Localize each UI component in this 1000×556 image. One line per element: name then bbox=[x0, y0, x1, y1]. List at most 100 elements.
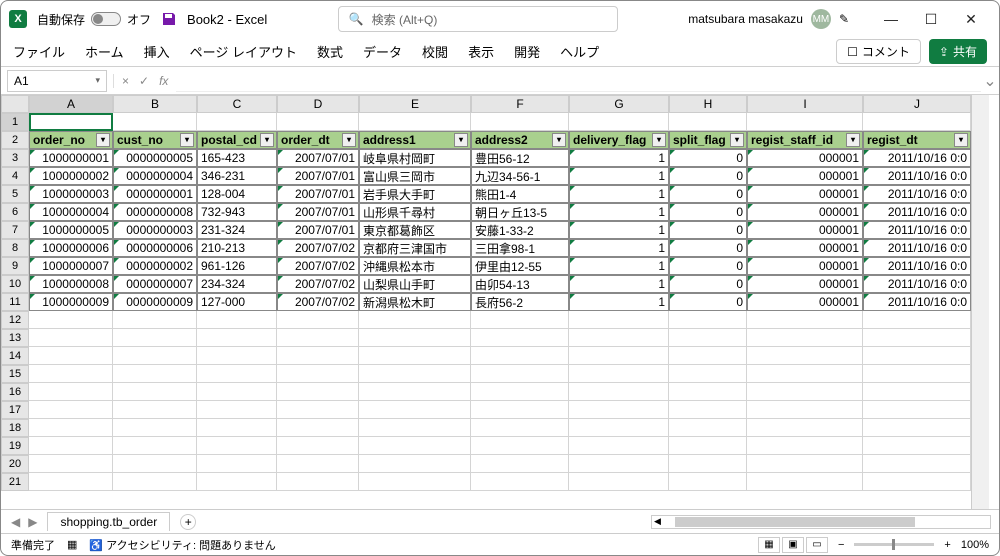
table-cell[interactable]: 000001 bbox=[747, 185, 863, 203]
table-cell[interactable]: 2007/07/01 bbox=[277, 149, 359, 167]
cell-H17[interactable] bbox=[669, 401, 747, 419]
table-cell[interactable]: 165-423 bbox=[197, 149, 277, 167]
table-cell[interactable]: 0000000009 bbox=[113, 293, 197, 311]
cell-A1[interactable] bbox=[29, 113, 113, 131]
row-header-11[interactable]: 11 bbox=[1, 293, 29, 311]
cell-J17[interactable] bbox=[863, 401, 971, 419]
table-cell[interactable]: 朝日ヶ丘13-5 bbox=[471, 203, 569, 221]
cell-C1[interactable] bbox=[197, 113, 277, 131]
table-cell[interactable]: 0 bbox=[669, 203, 747, 221]
cell-C17[interactable] bbox=[197, 401, 277, 419]
cell-J19[interactable] bbox=[863, 437, 971, 455]
table-cell[interactable]: 0 bbox=[669, 185, 747, 203]
row-header-14[interactable]: 14 bbox=[1, 347, 29, 365]
table-cell[interactable]: 由卯54-13 bbox=[471, 275, 569, 293]
cell-H13[interactable] bbox=[669, 329, 747, 347]
col-header-B[interactable]: B bbox=[113, 95, 197, 113]
cell-H1[interactable] bbox=[669, 113, 747, 131]
table-cell[interactable]: 1 bbox=[569, 167, 669, 185]
col-header-J[interactable]: J bbox=[863, 95, 971, 113]
cell-J16[interactable] bbox=[863, 383, 971, 401]
table-cell[interactable]: 京都府三津国市 bbox=[359, 239, 471, 257]
table-cell[interactable]: 2011/10/16 0:0 bbox=[863, 149, 971, 167]
cell-B21[interactable] bbox=[113, 473, 197, 491]
table-cell[interactable]: 2007/07/02 bbox=[277, 293, 359, 311]
table-cell[interactable]: 000001 bbox=[747, 149, 863, 167]
cell-J12[interactable] bbox=[863, 311, 971, 329]
zoom-out[interactable]: − bbox=[838, 539, 844, 551]
table-cell[interactable]: 000001 bbox=[747, 293, 863, 311]
table-cell[interactable]: 1 bbox=[569, 257, 669, 275]
cell-D14[interactable] bbox=[277, 347, 359, 365]
cell-C19[interactable] bbox=[197, 437, 277, 455]
cell-B20[interactable] bbox=[113, 455, 197, 473]
table-cell[interactable]: 2007/07/02 bbox=[277, 275, 359, 293]
cell-I17[interactable] bbox=[747, 401, 863, 419]
add-sheet-button[interactable]: + bbox=[180, 514, 196, 530]
ribbon-tab-6[interactable]: 校閲 bbox=[422, 38, 448, 65]
row-header-9[interactable]: 9 bbox=[1, 257, 29, 275]
row-header-6[interactable]: 6 bbox=[1, 203, 29, 221]
table-cell[interactable]: 0000000005 bbox=[113, 149, 197, 167]
row-header-17[interactable]: 17 bbox=[1, 401, 29, 419]
table-cell[interactable]: 2011/10/16 0:0 bbox=[863, 203, 971, 221]
col-header-D[interactable]: D bbox=[277, 95, 359, 113]
row-header-20[interactable]: 20 bbox=[1, 455, 29, 473]
table-cell[interactable]: 富山県三岡市 bbox=[359, 167, 471, 185]
table-header-regist_dt[interactable]: regist_dt bbox=[863, 131, 971, 149]
cell-J14[interactable] bbox=[863, 347, 971, 365]
row-header-5[interactable]: 5 bbox=[1, 185, 29, 203]
table-cell[interactable]: 000001 bbox=[747, 257, 863, 275]
table-cell[interactable]: 1000000007 bbox=[29, 257, 113, 275]
cell-F17[interactable] bbox=[471, 401, 569, 419]
table-cell[interactable]: 000001 bbox=[747, 239, 863, 257]
cell-A21[interactable] bbox=[29, 473, 113, 491]
zoom-in[interactable]: + bbox=[944, 539, 950, 551]
table-cell[interactable]: 東京都葛飾区 bbox=[359, 221, 471, 239]
cell-F12[interactable] bbox=[471, 311, 569, 329]
cell-I13[interactable] bbox=[747, 329, 863, 347]
cell-J18[interactable] bbox=[863, 419, 971, 437]
table-cell[interactable]: 長府56-2 bbox=[471, 293, 569, 311]
cell-A17[interactable] bbox=[29, 401, 113, 419]
ribbon-tab-0[interactable]: ファイル bbox=[13, 38, 65, 65]
cell-G19[interactable] bbox=[569, 437, 669, 455]
table-cell[interactable]: 安藤1-33-2 bbox=[471, 221, 569, 239]
table-cell[interactable]: 0 bbox=[669, 167, 747, 185]
table-header-split_flag[interactable]: split_flag bbox=[669, 131, 747, 149]
table-cell[interactable]: 2007/07/02 bbox=[277, 239, 359, 257]
cell-I1[interactable] bbox=[747, 113, 863, 131]
table-cell[interactable]: 1 bbox=[569, 149, 669, 167]
cell-D16[interactable] bbox=[277, 383, 359, 401]
cell-H16[interactable] bbox=[669, 383, 747, 401]
table-cell[interactable]: 2011/10/16 0:0 bbox=[863, 293, 971, 311]
table-cell[interactable]: 2011/10/16 0:0 bbox=[863, 239, 971, 257]
check-icon[interactable]: ✓ bbox=[139, 74, 149, 88]
table-header-address1[interactable]: address1 bbox=[359, 131, 471, 149]
ribbon-tab-4[interactable]: 数式 bbox=[317, 38, 343, 65]
row-header-8[interactable]: 8 bbox=[1, 239, 29, 257]
cell-F20[interactable] bbox=[471, 455, 569, 473]
cell-G17[interactable] bbox=[569, 401, 669, 419]
table-cell[interactable]: 000001 bbox=[747, 275, 863, 293]
cell-J1[interactable] bbox=[863, 113, 971, 131]
cell-E13[interactable] bbox=[359, 329, 471, 347]
table-cell[interactable]: 1 bbox=[569, 203, 669, 221]
table-cell[interactable]: 2011/10/16 0:0 bbox=[863, 257, 971, 275]
table-cell[interactable]: 1000000001 bbox=[29, 149, 113, 167]
cell-E21[interactable] bbox=[359, 473, 471, 491]
table-cell[interactable]: 2007/07/01 bbox=[277, 203, 359, 221]
view-normal[interactable]: ▦ bbox=[758, 537, 780, 553]
table-cell[interactable]: 沖縄県松本市 bbox=[359, 257, 471, 275]
table-cell[interactable]: 000001 bbox=[747, 203, 863, 221]
table-cell[interactable]: 000001 bbox=[747, 221, 863, 239]
cell-F21[interactable] bbox=[471, 473, 569, 491]
cell-A14[interactable] bbox=[29, 347, 113, 365]
table-cell[interactable]: 0 bbox=[669, 293, 747, 311]
table-cell[interactable]: 1000000008 bbox=[29, 275, 113, 293]
cell-C13[interactable] bbox=[197, 329, 277, 347]
cancel-icon[interactable]: × bbox=[122, 74, 129, 88]
cell-I12[interactable] bbox=[747, 311, 863, 329]
col-header-A[interactable]: A bbox=[29, 95, 113, 113]
cell-G21[interactable] bbox=[569, 473, 669, 491]
